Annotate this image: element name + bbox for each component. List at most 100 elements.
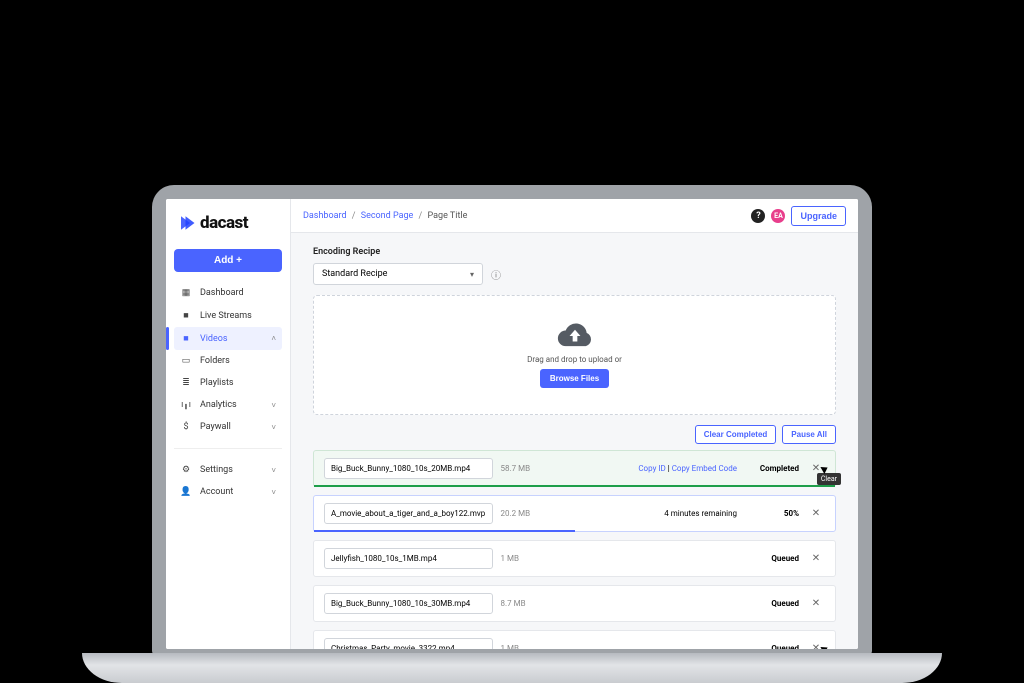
upload-size: 1 MB <box>501 554 561 563</box>
upload-progress-text: 4 minutes remaining <box>569 509 738 518</box>
sidebar-item-label: Settings <box>200 465 233 475</box>
chevron-down-icon: ˅ <box>271 401 276 410</box>
avatar[interactable]: EA <box>771 209 785 223</box>
upload-actions: Clear Completed Pause All <box>313 425 836 444</box>
sidebar-item-label: Paywall <box>200 422 231 432</box>
clear-completed-button[interactable]: Clear Completed <box>695 425 777 444</box>
nav-primary: ▦ Dashboard ■ Live Streams ■ Videos ˄ <box>174 282 282 438</box>
sidebar-item-livestreams[interactable]: ■ Live Streams <box>174 304 282 327</box>
info-icon[interactable]: ⓘ <box>491 267 501 282</box>
breadcrumb-sep: / <box>419 211 423 221</box>
sidebar-item-settings[interactable]: ⚙ Settings ˅ <box>174 459 282 481</box>
upload-row: Christmas_Party_movie_3322.mp4 1 MB Queu… <box>313 630 836 649</box>
sidebar-item-playlists[interactable]: ≣ Playlists <box>174 372 282 394</box>
upload-status: Queued <box>745 644 799 649</box>
upload-status: Queued <box>745 554 799 563</box>
sidebar-item-label: Folders <box>200 356 230 366</box>
upload-filename[interactable]: Big_Buck_Bunny_1080_10s_30MB.mp4 <box>324 593 493 614</box>
sidebar-item-videos[interactable]: ■ Videos ˄ <box>174 327 282 350</box>
caret-down-icon: ▾ <box>470 270 474 279</box>
chevron-down-icon: ˅ <box>271 466 276 475</box>
topbar-actions: ? EA Upgrade <box>751 206 846 226</box>
pause-all-button[interactable]: Pause All <box>782 425 836 444</box>
upload-size: 8.7 MB <box>501 599 561 608</box>
sidebar-item-label: Account <box>200 487 233 497</box>
breadcrumb-link-1[interactable]: Dashboard <box>303 211 347 221</box>
cursor-pointer-icon <box>821 465 833 477</box>
nav-separator <box>174 448 282 449</box>
upload-size: 58.7 MB <box>501 464 561 473</box>
sidebar-item-folders[interactable]: ▭ Folders <box>174 350 282 372</box>
upload-row: Big_Buck_Bunny_1080_10s_30MB.mp4 8.7 MB … <box>313 585 836 622</box>
sidebar-item-dashboard[interactable]: ▦ Dashboard <box>174 282 282 304</box>
breadcrumb-current: Page Title <box>428 211 468 221</box>
camera-icon: ■ <box>180 310 192 321</box>
nav-secondary: ⚙ Settings ˅ 👤 Account ˅ <box>174 459 282 503</box>
brand-mark-icon <box>178 214 196 232</box>
upload-row: Jellyfish_1080_10s_1MB.mp4 1 MB Queued ✕ <box>313 540 836 577</box>
sidebar-item-account[interactable]: 👤 Account ˅ <box>174 481 282 503</box>
topbar: Dashboard / Second Page / Page Title ? E… <box>291 199 858 233</box>
upload-size: 20.2 MB <box>501 509 561 518</box>
chevron-up-icon: ˄ <box>271 334 276 343</box>
breadcrumb-link-2[interactable]: Second Page <box>361 211 414 221</box>
brand-logo: dacast <box>174 209 282 245</box>
sidebar-item-label: Analytics <box>200 400 237 410</box>
sidebar-item-label: Playlists <box>200 378 234 388</box>
upload-status: Completed <box>745 464 799 473</box>
gear-icon: ⚙ <box>180 465 192 475</box>
sidebar-item-paywall[interactable]: $ Paywall ˅ <box>174 416 282 438</box>
sidebar-item-label: Videos <box>200 334 228 344</box>
brand-name: dacast <box>200 213 248 233</box>
sidebar: dacast Add + ▦ Dashboard ■ Live Streams <box>166 199 291 649</box>
sidebar-item-label: Dashboard <box>200 288 244 298</box>
chevron-down-icon: ˅ <box>271 488 276 497</box>
breadcrumb-sep: / <box>352 211 356 221</box>
upgrade-button[interactable]: Upgrade <box>791 206 846 226</box>
add-button[interactable]: Add + <box>174 249 282 272</box>
playlist-icon: ≣ <box>180 378 192 388</box>
laptop-base <box>82 653 942 683</box>
encoding-recipe-row: Standard Recipe ▾ ⓘ <box>313 263 836 285</box>
folder-icon: ▭ <box>180 356 192 366</box>
person-icon: 👤 <box>180 487 192 497</box>
cloud-upload-icon <box>556 322 594 350</box>
upload-links: Copy ID | Copy Embed Code <box>569 464 738 473</box>
upload-filename[interactable]: A_movie_about_a_tiger_and_a_boy122.mvp <box>324 503 493 524</box>
upload-row: A_movie_about_a_tiger_and_a_boy122.mvp 2… <box>313 495 836 532</box>
encoding-recipe-select[interactable]: Standard Recipe ▾ <box>313 263 483 285</box>
analytics-icon: ı╻ı <box>180 400 192 410</box>
upload-filename[interactable]: Christmas_Party_movie_3322.mp4 <box>324 638 493 649</box>
close-icon[interactable]: ✕ <box>807 508 825 519</box>
copy-embed-link[interactable]: Copy Embed Code <box>672 464 737 473</box>
content: Encoding Recipe Standard Recipe ▾ ⓘ <box>291 233 858 649</box>
cursor-pointer-icon <box>821 645 833 649</box>
video-icon: ■ <box>180 333 192 344</box>
browse-files-button[interactable]: Browse Files <box>540 369 609 388</box>
main: Dashboard / Second Page / Page Title ? E… <box>291 199 858 649</box>
upload-filename[interactable]: Jellyfish_1080_10s_1MB.mp4 <box>324 548 493 569</box>
upload-row: Big_Buck_Bunny_1080_10s_20MB.mp4 58.7 MB… <box>313 450 836 487</box>
encoding-recipe-label: Encoding Recipe <box>313 247 836 257</box>
select-value: Standard Recipe <box>322 269 387 279</box>
dollar-icon: $ <box>180 422 192 432</box>
upload-dropzone[interactable]: Drag and drop to upload or Browse Files <box>313 295 836 415</box>
dashboard-icon: ▦ <box>180 288 192 298</box>
upload-status: 50% <box>745 509 799 518</box>
sidebar-item-analytics[interactable]: ı╻ı Analytics ˅ <box>174 394 282 416</box>
close-icon[interactable]: ✕ <box>807 598 825 609</box>
chevron-down-icon: ˅ <box>271 423 276 432</box>
screen-bezel: dacast Add + ▦ Dashboard ■ Live Streams <box>152 185 872 655</box>
upload-filename[interactable]: Big_Buck_Bunny_1080_10s_20MB.mp4 <box>324 458 493 479</box>
dropzone-text: Drag and drop to upload or <box>527 355 622 364</box>
copy-id-link[interactable]: Copy ID <box>638 464 665 473</box>
screen: dacast Add + ▦ Dashboard ■ Live Streams <box>166 199 858 649</box>
upload-size: 1 MB <box>501 644 561 649</box>
help-icon[interactable]: ? <box>751 209 765 223</box>
app-root: dacast Add + ▦ Dashboard ■ Live Streams <box>166 199 858 649</box>
laptop-frame: dacast Add + ▦ Dashboard ■ Live Streams <box>132 185 892 683</box>
sidebar-item-label: Live Streams <box>200 311 252 321</box>
upload-status: Queued <box>745 599 799 608</box>
breadcrumb: Dashboard / Second Page / Page Title <box>303 211 743 221</box>
close-icon[interactable]: ✕ <box>807 553 825 564</box>
